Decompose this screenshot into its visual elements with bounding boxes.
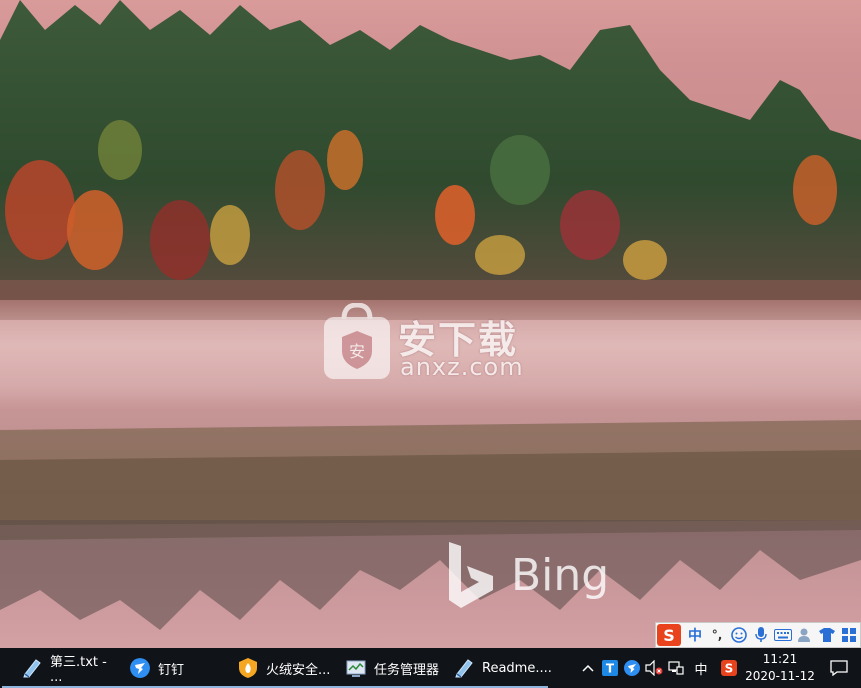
sogou-tray-icon[interactable]: S xyxy=(715,648,743,688)
grid-icon[interactable] xyxy=(838,623,860,647)
taskbar-item-huorong[interactable]: 火绒安全... xyxy=(216,648,334,688)
ime-mode-indicator[interactable]: 中 xyxy=(687,648,715,688)
taskbar-item-readme[interactable]: Readme.... xyxy=(432,648,552,688)
smile-icon[interactable] xyxy=(728,623,750,647)
taskbar-item-label: 任务管理器 xyxy=(374,662,440,678)
forest-scenery xyxy=(0,0,861,320)
show-hidden-icons-chevron[interactable] xyxy=(577,648,599,688)
watermark-domain: anxz.com xyxy=(400,353,524,381)
desktop-wallpaper: 安 安下载 anxz.com Bing xyxy=(0,0,861,648)
anxz-watermark: 安 安下载 anxz.com xyxy=(322,303,536,383)
taskbar-item-label: Readme.... xyxy=(482,660,552,676)
notepad-icon xyxy=(455,659,473,678)
clock-date: 2020-11-12 xyxy=(745,669,815,683)
svg-text:T: T xyxy=(606,662,615,676)
shield-bag-icon: 安 xyxy=(324,303,390,379)
action-center-button[interactable] xyxy=(817,648,861,688)
ime-toolbar[interactable]: S 中 °, xyxy=(655,622,861,648)
dingtalk-tray-icon[interactable] xyxy=(621,648,643,688)
keyboard-icon[interactable] xyxy=(772,623,794,647)
bing-logo: Bing xyxy=(445,540,625,612)
tray-app-t-icon[interactable]: T xyxy=(599,648,621,688)
taskbar-item-task-manager[interactable]: 任务管理器 xyxy=(324,648,442,688)
dingtalk-icon xyxy=(130,658,150,678)
svg-text:S: S xyxy=(725,662,734,676)
ime-punctuation-toggle[interactable]: °, xyxy=(706,623,728,647)
user-icon[interactable] xyxy=(794,623,816,647)
taskbar-item-label: 钉钉 xyxy=(158,662,185,678)
svg-text:安: 安 xyxy=(349,342,365,361)
clock[interactable]: 11:21 2020-11-12 xyxy=(743,651,817,685)
network-icon[interactable] xyxy=(665,648,687,688)
bing-b-icon xyxy=(449,542,493,608)
taskbar-item-label: 火绒安全... xyxy=(266,662,331,678)
volume-muted-icon[interactable] xyxy=(643,648,665,688)
taskbar-item-dingtalk[interactable]: 钉钉 xyxy=(108,648,226,688)
bing-wordmark: Bing xyxy=(511,550,610,601)
notification-icon xyxy=(830,660,848,676)
shirt-icon[interactable] xyxy=(816,623,838,647)
notepad-icon xyxy=(23,659,41,678)
taskbar-item-notepad-1[interactable]: 第三.txt - ... xyxy=(0,648,122,688)
task-manager-icon xyxy=(346,660,366,677)
microphone-icon[interactable] xyxy=(750,623,772,647)
clock-time: 11:21 xyxy=(762,652,798,666)
ime-mode-toggle[interactable]: 中 xyxy=(684,623,706,647)
sogou-logo-icon[interactable]: S xyxy=(657,624,681,646)
huorong-icon xyxy=(239,658,257,678)
system-tray: T 中 S 11:21 2020-11-12 xyxy=(577,648,861,688)
